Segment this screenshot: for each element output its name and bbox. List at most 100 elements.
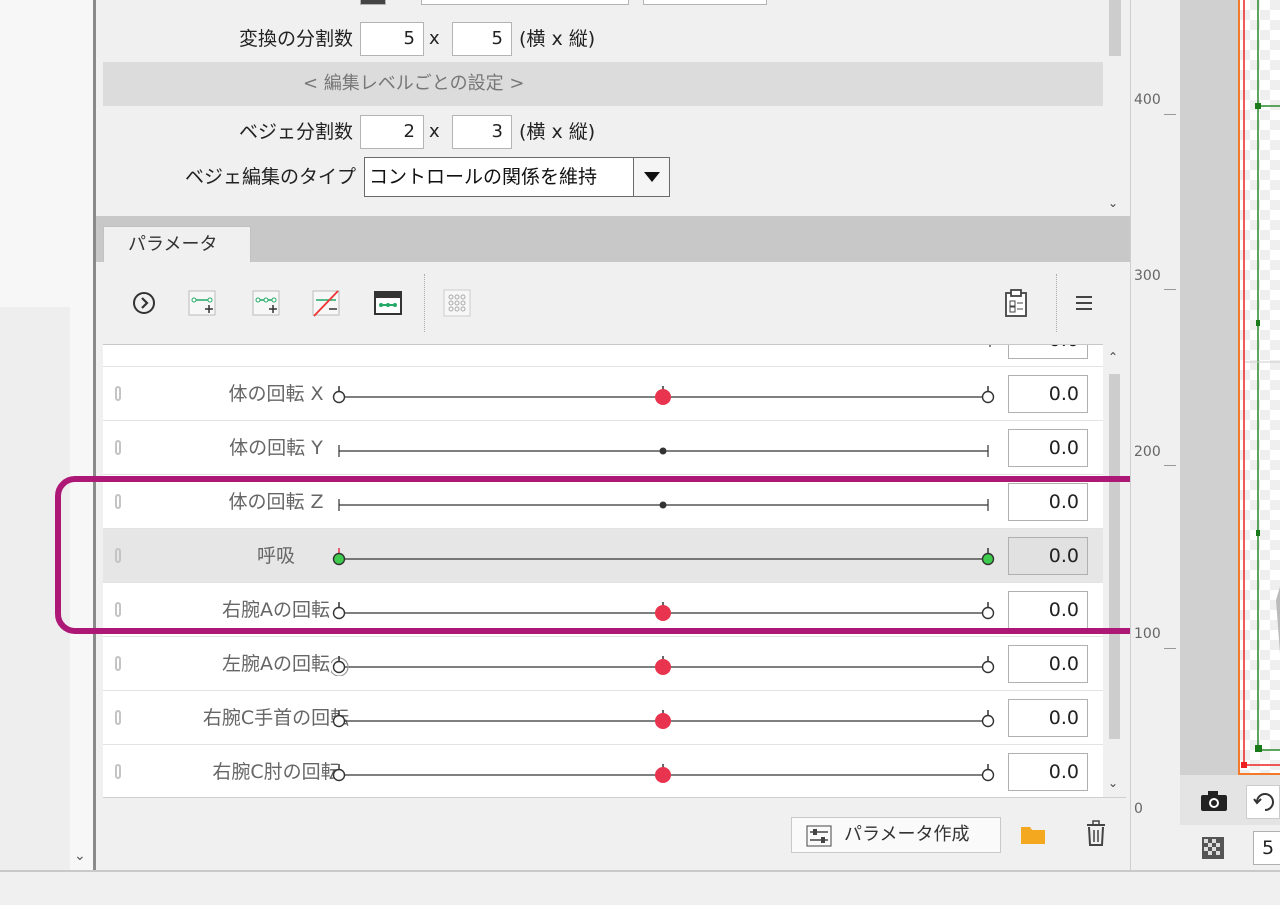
parameter-row-partial[interactable]: 0.0 xyxy=(103,344,1103,367)
current-value-marker xyxy=(655,389,671,405)
conversion-divisions-y-input[interactable]: 5 xyxy=(452,22,512,56)
key-point-max xyxy=(981,606,995,620)
parameter-slider[interactable] xyxy=(331,492,996,514)
checker-background-icon[interactable] xyxy=(1202,837,1224,859)
tab-parameters-label: パラメータ xyxy=(128,234,218,255)
trash-icon[interactable] xyxy=(1084,819,1108,847)
dimension-note: (横 x 縦) xyxy=(519,121,596,143)
link-icon[interactable] xyxy=(115,656,121,671)
scrollbar-thumb[interactable] xyxy=(1109,0,1121,56)
add-three-key-icon[interactable] xyxy=(251,288,281,318)
parameter-slider[interactable] xyxy=(331,384,996,406)
parameter-bottom-bar: パラメータ作成 xyxy=(103,797,1126,870)
parameter-value-input[interactable]: 0.0 xyxy=(1008,483,1088,521)
parameter-slider[interactable] xyxy=(331,438,996,460)
status-bar xyxy=(0,870,1280,905)
zoom-bar: 5 xyxy=(1180,825,1280,870)
link-icon[interactable] xyxy=(115,764,121,779)
add-two-key-icon[interactable] xyxy=(187,288,217,318)
canvas-toolbar xyxy=(1180,775,1280,825)
parameter-value-input[interactable]: 0.0 xyxy=(1008,753,1088,791)
chevron-down-icon[interactable]: ⌄ xyxy=(1108,776,1118,790)
times-sign: x xyxy=(429,28,440,49)
per-level-header-text: < 編集レベルごとの設定 > xyxy=(303,73,525,94)
parameter-value-input[interactable]: 0.0 xyxy=(1008,429,1088,467)
delete-keys-icon[interactable] xyxy=(311,288,341,318)
parameter-row[interactable]: 体の回転 X 0.0 xyxy=(103,367,1103,421)
conversion-divisions-x-input[interactable]: 5 xyxy=(360,22,424,56)
parameter-value-input[interactable]: 0.0 xyxy=(1008,591,1088,629)
bezier-divisions-x-input[interactable]: 2 xyxy=(360,115,424,149)
chevron-up-icon[interactable]: ⌃ xyxy=(1108,350,1118,364)
parameter-slider[interactable] xyxy=(331,654,996,676)
panel-tab-bar: パラメータ xyxy=(96,216,1130,262)
parameter-slider[interactable] xyxy=(331,344,996,352)
bezier-edit-type-row: ベジェ編集のタイプ xyxy=(103,158,356,196)
link-icon[interactable] xyxy=(115,548,121,563)
bezier-divisions-row: ベジェ分割数 xyxy=(103,113,353,151)
parameter-row[interactable]: 右腕C肘の回転 0.0 xyxy=(103,745,1103,797)
key-point-min xyxy=(332,768,346,782)
parameter-row[interactable]: 右腕Aの回転 0.0 xyxy=(103,583,1103,637)
chevron-down-icon[interactable]: ⌄ xyxy=(74,848,86,864)
parameter-row[interactable]: 体の回転 Y 0.0 xyxy=(103,421,1103,475)
dropdown-arrow-icon[interactable] xyxy=(633,158,669,196)
view-reset-button[interactable] xyxy=(1246,785,1280,819)
scrollbar-thumb[interactable] xyxy=(1109,374,1120,739)
zoom-input[interactable]: 5 xyxy=(1253,831,1280,865)
current-value-marker xyxy=(659,447,667,455)
parameter-row[interactable]: 左腕Aの回転 0.0 xyxy=(103,637,1103,691)
parameter-name: 左腕Aの回転 xyxy=(222,653,330,675)
parameter-name: 体の回転 Z xyxy=(228,491,324,513)
parameter-value-input[interactable]: 0.0 xyxy=(1008,699,1088,737)
canvas-area: 5 xyxy=(1180,0,1280,870)
camera-icon[interactable] xyxy=(1200,790,1228,812)
model-canvas[interactable] xyxy=(1238,0,1280,775)
chevron-down-icon[interactable]: ⌄ xyxy=(1108,196,1118,210)
create-parameter-button[interactable]: パラメータ作成 xyxy=(791,817,1001,853)
parameter-slider[interactable] xyxy=(331,762,996,784)
settings-scrollbar[interactable]: ⌄ xyxy=(1104,0,1126,216)
parameter-value-input[interactable]: 0.0 xyxy=(1008,345,1088,359)
grid-keys-icon[interactable] xyxy=(442,288,472,318)
folder-icon[interactable] xyxy=(1020,823,1046,845)
key-point-min xyxy=(332,660,346,674)
ruler-tick xyxy=(1164,114,1176,115)
vertical-ruler: 400 300 200 100 0 xyxy=(1130,0,1180,870)
create-parameter-label: パラメータ作成 xyxy=(844,824,970,845)
expand-circle-icon[interactable] xyxy=(129,288,159,318)
bezier-edit-type-select[interactable]: コントロールの関係を維持 xyxy=(364,157,670,197)
link-icon[interactable] xyxy=(115,494,121,509)
parameter-list-scrollbar[interactable]: ⌃ ⌄ xyxy=(1103,344,1126,797)
clipboard-icon[interactable] xyxy=(1001,288,1031,318)
link-icon[interactable] xyxy=(115,386,121,401)
ruler-label: 0 xyxy=(1134,801,1143,817)
parameter-slider[interactable] xyxy=(331,546,996,568)
bezier-edit-type-value: コントロールの関係を維持 xyxy=(369,166,598,188)
parameter-value-input[interactable]: 0.0 xyxy=(1008,645,1088,683)
parameter-row[interactable]: 右腕C手首の回転 0.0 xyxy=(103,691,1103,745)
parameter-slider[interactable] xyxy=(331,600,996,622)
parameter-value-input[interactable]: 0.0 xyxy=(1008,375,1088,413)
key-form-icon[interactable] xyxy=(373,288,403,318)
per-level-settings-header: < 編集レベルごとの設定 > xyxy=(103,62,1103,106)
parameter-slider[interactable] xyxy=(331,708,996,730)
bezier-edit-type-label: ベジェ編集のタイプ xyxy=(184,166,356,188)
toolbar-separator xyxy=(1056,274,1057,332)
parameter-value-input[interactable]: 0.0 xyxy=(1008,537,1088,575)
bezier-divisions-y-input[interactable]: 3 xyxy=(452,115,512,149)
parameter-row[interactable]: 呼吸 0.0 xyxy=(103,529,1103,583)
link-icon[interactable] xyxy=(115,710,121,725)
key-point-min xyxy=(332,714,346,728)
key-point-min xyxy=(332,552,346,566)
key-point-max xyxy=(981,660,995,674)
key-point-min xyxy=(332,606,346,620)
ruler-label: 100 xyxy=(1134,626,1161,642)
current-value-marker xyxy=(655,713,671,729)
link-icon[interactable] xyxy=(115,440,121,455)
tab-parameters[interactable]: パラメータ xyxy=(103,226,251,262)
key-point-max xyxy=(981,768,995,782)
parameter-row[interactable]: 体の回転 Z 0.0 xyxy=(103,475,1103,529)
link-icon[interactable] xyxy=(115,602,121,617)
menu-icon[interactable] xyxy=(1069,288,1099,318)
